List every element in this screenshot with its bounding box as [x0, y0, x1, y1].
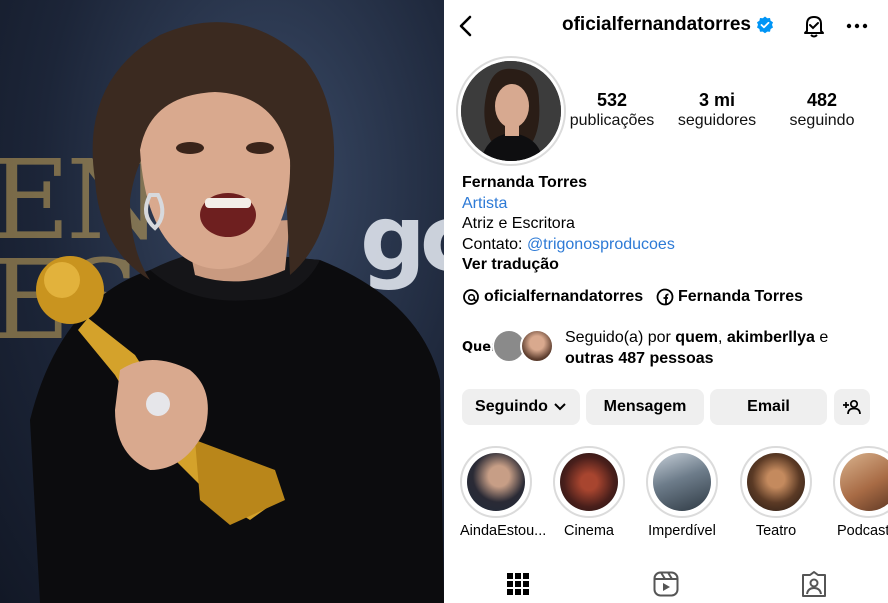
highlight-5-thumbnail	[840, 453, 888, 511]
followed-by[interactable]: Quem Seguido(a) por quem, akimberllya eo…	[462, 325, 882, 371]
message-button[interactable]: Mensagem	[586, 389, 704, 425]
stat-followers-label: seguidores	[677, 112, 757, 129]
actress-illustration	[30, 22, 444, 603]
stat-followers-value: 3 mi	[698, 90, 736, 110]
highlight-3-ring	[646, 446, 718, 518]
facebook-icon	[656, 288, 674, 306]
top-bar: oficialfernandatorres	[444, 0, 888, 52]
awards-photo: ENES gcp Dark Prod	[0, 0, 444, 603]
add-person-icon	[843, 399, 861, 415]
facebook-link[interactable]: Fernanda Torres	[656, 288, 803, 306]
profile-tab-bar	[444, 562, 888, 603]
highlight-3-label: Imperdível	[648, 523, 716, 539]
highlight-5-label: Podcast	[837, 523, 888, 539]
highlight-4[interactable]: Teatro	[740, 446, 812, 539]
highlight-4-thumbnail	[747, 453, 805, 511]
followed-others[interactable]: outras 487 pessoas	[565, 350, 714, 367]
threads-handle: oficialfernandatorres	[484, 288, 644, 305]
avatar[interactable]	[461, 61, 561, 161]
stat-following-value: 482	[806, 90, 838, 110]
threads-link[interactable]: oficialfernandatorres	[462, 288, 643, 306]
highlight-1[interactable]: AindaEstou...	[460, 446, 547, 539]
highlight-1-label: AindaEstou...	[460, 523, 547, 539]
contact-mention-link[interactable]: @trigonosproducoes	[527, 236, 675, 253]
stat-following[interactable]: 482 seguindo	[776, 90, 868, 131]
highlight-3[interactable]: Imperdível	[646, 446, 718, 539]
highlight-4-label: Teatro	[755, 523, 797, 539]
message-button-label: Mensagem	[603, 398, 687, 415]
stat-following-label: seguindo	[789, 112, 855, 129]
stat-posts[interactable]: 532 publicações	[562, 90, 662, 131]
followed-and: e	[814, 329, 829, 346]
contact-prefix: Contato:	[462, 235, 527, 253]
threads-icon	[463, 289, 479, 305]
highlight-1-ring	[460, 446, 532, 518]
suggested-users-button[interactable]	[834, 389, 870, 425]
profile-bio: Fernanda Torres Artista Atriz e Escritor…	[462, 173, 882, 276]
chevron-down-icon	[554, 403, 566, 411]
more-options-icon[interactable]	[843, 14, 871, 38]
highlight-3-thumbnail	[653, 453, 711, 511]
reels-tab-icon[interactable]	[652, 570, 680, 598]
profile-category[interactable]: Artista	[462, 194, 882, 215]
highlight-5[interactable]: Podcast	[833, 446, 888, 539]
followed-by-text: Seguido(a) por quem, akimberllya e outras…	[565, 327, 875, 369]
followed-user-1[interactable]: quem	[675, 329, 718, 346]
profile-username: oficialfernandatorres	[562, 14, 751, 35]
following-button-label: Seguindo	[475, 398, 548, 415]
grid-tab-icon[interactable]	[504, 570, 532, 598]
highlight-5-ring	[833, 446, 888, 518]
tagged-tab-icon[interactable]	[800, 570, 828, 598]
followed-prefix: Seguido(a) por	[565, 329, 676, 346]
mutual-avatar-2	[520, 329, 554, 363]
highlight-4-ring	[740, 446, 812, 518]
notification-bell-icon[interactable]	[800, 12, 828, 40]
stat-followers[interactable]: 3 mi seguidores	[666, 90, 768, 131]
email-button-label: Email	[747, 398, 790, 415]
email-button[interactable]: Email	[710, 389, 827, 425]
facebook-name: Fernanda Torres	[678, 288, 804, 305]
highlight-2-label: Cinema	[564, 523, 614, 539]
stat-posts-label: publicações	[569, 112, 655, 129]
following-button[interactable]: Seguindo	[462, 389, 580, 425]
highlight-1-thumbnail	[467, 453, 525, 511]
stat-posts-value: 532	[596, 90, 628, 110]
verified-badge-icon	[757, 16, 773, 34]
bio-line: Atriz e Escritora	[462, 215, 575, 232]
back-arrow-icon[interactable]	[452, 11, 482, 41]
highlight-2-ring	[553, 446, 625, 518]
highlight-2[interactable]: Cinema	[553, 446, 625, 539]
highlight-2-thumbnail	[560, 453, 618, 511]
bio-contact: Contato: @trigonosproducoes	[462, 235, 882, 256]
display-name: Fernanda Torres	[462, 174, 588, 191]
see-translation-link[interactable]: Ver tradução	[462, 255, 882, 276]
followed-sep: ,	[717, 329, 727, 346]
instagram-profile: oficialfernandatorres 532 publicações 3 …	[444, 0, 888, 603]
followed-user-2[interactable]: akimberllya	[727, 329, 815, 346]
